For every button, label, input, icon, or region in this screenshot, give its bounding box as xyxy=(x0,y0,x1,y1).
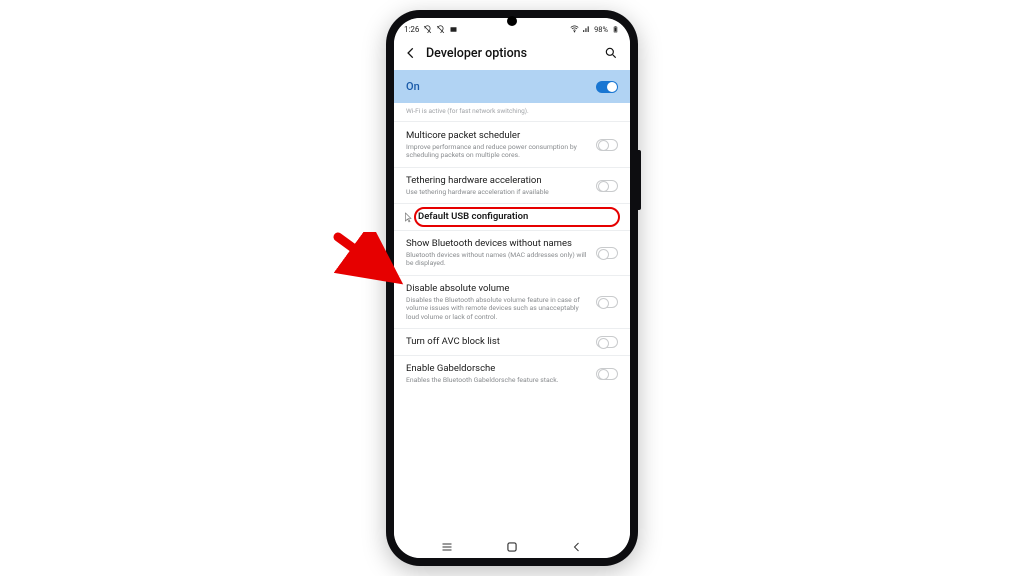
row-subtitle: Bluetooth devices without names (MAC add… xyxy=(406,251,588,268)
toggle-switch[interactable] xyxy=(596,139,618,151)
master-toggle-label: On xyxy=(406,80,596,93)
status-time: 1:26 xyxy=(404,25,419,34)
row-tethering-hardware-acceleration[interactable]: Tethering hardware acceleration Use teth… xyxy=(394,168,630,204)
row-default-usb-configuration[interactable]: Default USB configuration xyxy=(394,204,630,231)
navigation-bar xyxy=(394,536,630,558)
battery-percent: 98% xyxy=(594,25,608,34)
row-title: Tethering hardware acceleration xyxy=(406,175,588,187)
row-show-bluetooth-devices-without-names[interactable]: Show Bluetooth devices without names Blu… xyxy=(394,231,630,276)
signal-icon xyxy=(582,25,591,34)
row-title: Turn off AVC block list xyxy=(406,336,588,348)
recents-button[interactable] xyxy=(437,540,457,554)
row-subtitle: Disables the Bluetooth absolute volume f… xyxy=(406,296,588,321)
toggle-switch[interactable] xyxy=(596,368,618,380)
card-icon xyxy=(449,25,458,34)
row-title: Multicore packet scheduler xyxy=(406,130,588,142)
row-title: Default USB configuration xyxy=(418,211,618,223)
toggle-switch[interactable] xyxy=(596,296,618,308)
battery-icon xyxy=(611,25,620,34)
back-nav-button[interactable] xyxy=(567,540,587,554)
partial-row-above: Wi-Fi is active (for fast network switch… xyxy=(394,103,630,122)
row-multicore-packet-scheduler[interactable]: Multicore packet scheduler Improve perfo… xyxy=(394,123,630,168)
toggle-switch[interactable] xyxy=(596,247,618,259)
row-turn-off-avc-block-list[interactable]: Turn off AVC block list xyxy=(394,329,630,356)
row-title: Enable Gabeldorsche xyxy=(406,363,588,375)
row-disable-absolute-volume[interactable]: Disable absolute volume Disables the Blu… xyxy=(394,276,630,329)
pointer-cursor-icon xyxy=(402,210,414,224)
row-subtitle: Improve performance and reduce power con… xyxy=(406,143,588,160)
home-button[interactable] xyxy=(502,540,522,554)
row-title: Disable absolute volume xyxy=(406,283,588,295)
row-title: Show Bluetooth devices without names xyxy=(406,238,588,250)
screen: 1:26 xyxy=(394,18,630,558)
row-subtitle: Enables the Bluetooth Gabeldorsche featu… xyxy=(406,376,588,384)
location-off-icon xyxy=(436,25,445,34)
back-button[interactable] xyxy=(402,44,420,62)
phone-frame: 1:26 xyxy=(386,10,638,566)
page-title: Developer options xyxy=(426,46,596,61)
row-subtitle: Use tethering hardware acceleration if a… xyxy=(406,188,588,196)
settings-list[interactable]: Wi-Fi is active (for fast network switch… xyxy=(394,103,630,536)
camera-cutout xyxy=(507,16,517,26)
search-button[interactable] xyxy=(602,44,620,62)
master-toggle-row[interactable]: On xyxy=(394,70,630,103)
row-enable-gabeldorsche[interactable]: Enable Gabeldorsche Enables the Bluetoot… xyxy=(394,356,630,391)
location-off-icon xyxy=(423,25,432,34)
wifi-icon xyxy=(570,25,579,34)
app-header: Developer options xyxy=(394,40,630,70)
toggle-switch[interactable] xyxy=(596,180,618,192)
toggle-switch[interactable] xyxy=(596,336,618,348)
master-toggle-switch[interactable] xyxy=(596,81,618,93)
